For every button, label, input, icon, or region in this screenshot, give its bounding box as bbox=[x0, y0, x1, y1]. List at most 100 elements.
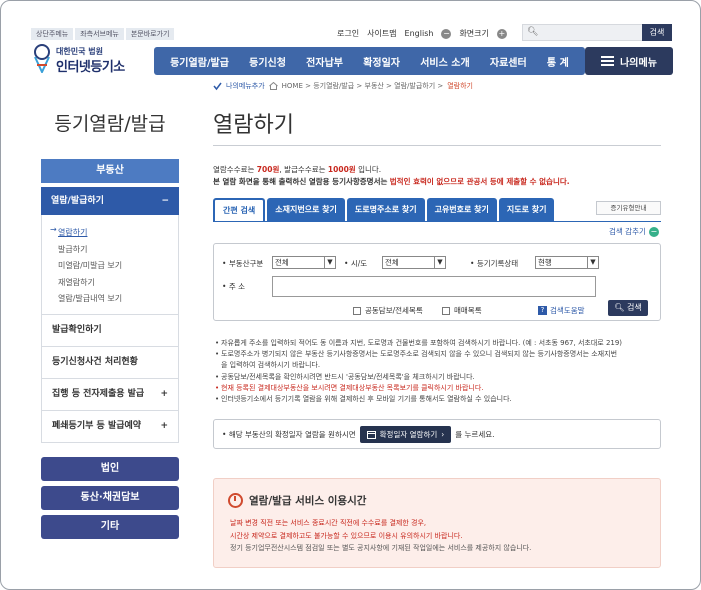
sidebar-item-verify[interactable]: 발급확인하기 bbox=[41, 315, 179, 347]
notice-title: 열람/발급 서비스 이용시간 bbox=[249, 495, 367, 507]
fixed-date-box: • 해당 부동산의 확정일자 열람을 원하시면 확정일자 열람하기 › 를 누르… bbox=[213, 419, 661, 449]
skip-link-gnb[interactable]: 상단주메뉴 bbox=[31, 28, 74, 40]
logo-site-name: 인터넷등기소 bbox=[56, 60, 125, 75]
sale-list-checkbox[interactable]: 매매목록 bbox=[442, 305, 482, 316]
clock-icon bbox=[228, 493, 243, 508]
calendar-icon bbox=[366, 430, 376, 439]
header-search-button[interactable]: 검색 bbox=[642, 24, 672, 41]
service-hours-notice: 열람/발급 서비스 이용시간 날짜 변경 직전 또는 서비스 종료시간 직전에 … bbox=[213, 478, 661, 568]
zoom-out-icon[interactable]: − bbox=[441, 28, 452, 39]
breadcrumb: 나의메뉴추가 HOME > 등기열람/발급 > 부동산 > 열람/발급하기 > … bbox=[213, 81, 473, 91]
chevron-down-icon: ▼ bbox=[587, 257, 598, 268]
gnb-item-stats[interactable]: 통 계 bbox=[547, 54, 569, 69]
guide-button[interactable]: 증기유형안내 bbox=[596, 201, 661, 215]
sidebar-item-label: 발급확인하기 bbox=[52, 325, 102, 335]
checkbox-icon bbox=[442, 306, 450, 315]
checkmark-icon bbox=[213, 82, 222, 90]
address-input[interactable] bbox=[272, 276, 596, 297]
note-item: 인터넷등기소에서 등기기록 열람을 위해 결제하신 후 모바일 기기를 통해서도… bbox=[215, 394, 665, 405]
fee-text: 입니다. bbox=[358, 165, 382, 174]
tab-unique-number[interactable]: 고유번호로 찾기 bbox=[426, 198, 497, 221]
sidebar-item-label: 등기신청사건 처리현황 bbox=[52, 357, 138, 367]
my-menu-button[interactable]: 나의메뉴 bbox=[585, 47, 673, 75]
fee-info: 열람수수료는 700원, 발급수수료는 1000원 입니다. 본 열람 화면을 … bbox=[213, 164, 570, 188]
sidebar-item-closed-reservation[interactable]: 폐쇄등기부 등 발급예약 + bbox=[41, 411, 179, 443]
expand-icon[interactable]: + bbox=[160, 411, 168, 442]
main-nav: 등기열람/발급 등기신청 전자납부 확정일자 서비스 소개 자료센터 통 계 bbox=[154, 47, 585, 75]
sidebar-button-other[interactable]: 기타 bbox=[41, 515, 179, 539]
status-select[interactable]: 현행 ▼ bbox=[535, 256, 599, 269]
search-help-link[interactable]: ? 검색도움말 bbox=[538, 305, 585, 316]
sidebar-item-view-issue[interactable]: 열람/발급하기 − bbox=[41, 187, 179, 215]
note-item: 자유롭게 주소를 입력하되 적어도 동 이름과 지번, 도로명과 건물번호를 포… bbox=[215, 338, 665, 349]
breadcrumb-path[interactable]: HOME > 등기열람/발급 > 부동산 > 열람/발급하기 > bbox=[282, 81, 444, 91]
title-divider bbox=[213, 145, 661, 146]
fixed-date-pre: • 해당 부동산의 확정일자 열람을 원하시면 bbox=[222, 429, 356, 439]
skip-link-lnb[interactable]: 좌측서브메뉴 bbox=[75, 28, 124, 40]
search-help-label: 검색도움말 bbox=[550, 306, 585, 315]
sidebar-item-electronic[interactable]: 집행 등 전자제출용 발급 + bbox=[41, 379, 179, 411]
notice-line: 시간상 제약으로 결제하고도 불가능할 수 있으므로 이용시 유의하시기 바랍니… bbox=[230, 531, 463, 540]
search-button[interactable]: 🔍︎ 검색 bbox=[608, 300, 648, 316]
submenu-item-view[interactable]: 열람하기 bbox=[58, 225, 178, 242]
property-type-select[interactable]: 전체 ▼ bbox=[272, 256, 336, 269]
region-select[interactable]: 전체 ▼ bbox=[382, 256, 446, 269]
tab-map[interactable]: 지도로 찾기 bbox=[498, 198, 555, 221]
submenu-item-history[interactable]: 열람/발급내역 보기 bbox=[58, 291, 178, 308]
arrow-right-icon: › bbox=[441, 429, 445, 439]
toggle-search-label: 검색 감추기 bbox=[609, 227, 646, 236]
header-search-input[interactable]: 🔍︎ 검색 bbox=[522, 24, 672, 41]
skip-links: 상단주메뉴 좌측서브메뉴 본문바로가기 bbox=[31, 28, 175, 40]
english-link[interactable]: English bbox=[405, 29, 434, 38]
fixed-date-button[interactable]: 확정일자 열람하기 › bbox=[359, 425, 452, 443]
submenu-item-review[interactable]: 재열람하기 bbox=[58, 275, 178, 292]
add-favorite-link[interactable]: 나의메뉴추가 bbox=[226, 81, 265, 91]
gnb-item-fixed-date[interactable]: 확정일자 bbox=[363, 54, 400, 69]
search-notes: 자유롭게 주소를 입력하되 적어도 동 이름과 지번, 도로명과 건물번호를 포… bbox=[215, 338, 665, 405]
sidebar-submenu: → 열람하기 발급하기 미열람/미발급 보기 재열람하기 열람/발급내역 보기 bbox=[41, 215, 179, 315]
tab-road-address[interactable]: 도로명주소로 찾기 bbox=[346, 198, 425, 221]
gnb-item-resources[interactable]: 자료센터 bbox=[490, 54, 527, 69]
sidebar-button-movable-collateral[interactable]: 동산·채권담보 bbox=[41, 486, 179, 510]
address-label: • 주 소 bbox=[222, 282, 245, 291]
property-type-value: 전체 bbox=[275, 258, 289, 267]
submenu-item-unviewed[interactable]: 미열람/미발급 보기 bbox=[58, 258, 178, 275]
tab-simple-search[interactable]: 간편 검색 bbox=[213, 198, 266, 221]
fee-text: , 발급수수료는 bbox=[279, 165, 326, 174]
toggle-search-options[interactable]: 검색 감추기 − bbox=[609, 226, 659, 237]
gnb-item-issue[interactable]: 등기열람/발급 bbox=[170, 54, 229, 69]
chevron-down-icon: ▼ bbox=[324, 257, 335, 268]
login-link[interactable]: 로그인 bbox=[337, 28, 359, 39]
checkbox-icon bbox=[353, 306, 361, 315]
sitemap-link[interactable]: 사이트맵 bbox=[367, 28, 396, 39]
skip-link-content[interactable]: 본문바로가기 bbox=[125, 28, 175, 40]
region-label: • 시/도 bbox=[344, 259, 368, 268]
gnb-item-payment[interactable]: 전자납부 bbox=[306, 54, 343, 69]
site-logo[interactable]: 대한민국 법원 인터넷등기소 bbox=[31, 43, 151, 77]
note-item-cont: 을 입력하여 검색하시기 바랍니다. bbox=[221, 361, 321, 370]
gnb-item-apply[interactable]: 등기신청 bbox=[249, 54, 286, 69]
utility-links: 로그인 사이트맵 English − 화면크기 + bbox=[337, 28, 507, 39]
page-frame: 상단주메뉴 좌측서브메뉴 본문바로가기 대한민국 법원 인터넷등기소 로그인 사… bbox=[0, 0, 701, 590]
search-icon: 🔍︎ bbox=[527, 27, 539, 37]
status-label: • 등기기록상태 bbox=[470, 259, 519, 268]
fixed-date-post: 를 누르세요. bbox=[455, 429, 495, 439]
sale-list-label: 매매목록 bbox=[454, 306, 482, 315]
tab-lot-number[interactable]: 소재지번으로 찾기 bbox=[267, 198, 345, 221]
collapse-icon[interactable]: − bbox=[161, 187, 169, 215]
sidebar-button-corporation[interactable]: 법인 bbox=[41, 457, 179, 481]
notice-line: 정기 등기업무전산시스템 점검일 또는 별도 공지사항에 기재된 작업일에는 서… bbox=[230, 544, 532, 552]
minus-circle-icon: − bbox=[648, 226, 659, 237]
breadcrumb-current: 열람하기 bbox=[447, 82, 473, 90]
sidebar-section-realestate[interactable]: 부동산 bbox=[41, 159, 179, 183]
joint-collateral-checkbox[interactable]: 공동담보/전세목록 bbox=[353, 305, 423, 316]
note-item-payable-list[interactable]: 현재 등록된 결제대상부동산을 보시려면 결제대상부동산 목록보기를 클릭하시기… bbox=[215, 383, 665, 394]
fee-text: 열람수수료는 bbox=[213, 165, 255, 174]
zoom-in-icon[interactable]: + bbox=[496, 28, 507, 39]
chevron-down-icon: ▼ bbox=[434, 257, 445, 268]
gnb-item-service[interactable]: 서비스 소개 bbox=[420, 54, 469, 69]
sidebar-item-status[interactable]: 등기신청사건 처리현황 bbox=[41, 347, 179, 379]
view-fee-value: 700원 bbox=[256, 165, 280, 174]
expand-icon[interactable]: + bbox=[160, 379, 168, 410]
submenu-item-issue[interactable]: 발급하기 bbox=[58, 242, 178, 259]
